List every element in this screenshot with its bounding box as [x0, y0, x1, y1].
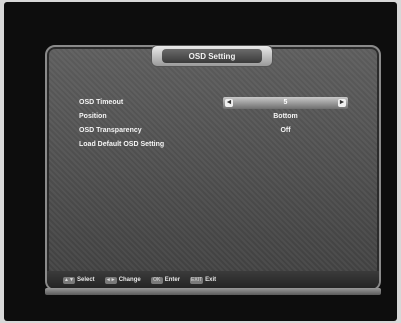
- leftright-key-icon: ◄►: [104, 276, 117, 284]
- hint-select: ▲▼ Select: [63, 276, 95, 284]
- hint-exit: EXIT Exit: [190, 276, 217, 284]
- arrow-right-icon[interactable]: ►: [338, 99, 346, 107]
- tv-screen: OSD Setting OSD Timeout ◄ 5 ► Position B…: [4, 2, 397, 321]
- hint-label: Select: [77, 277, 95, 283]
- osd-setting-dialog: OSD Setting OSD Timeout ◄ 5 ► Position B…: [45, 45, 381, 291]
- menu-item-position[interactable]: Position Bottom: [73, 111, 353, 123]
- osd-timeout-selector[interactable]: ◄ 5 ►: [223, 97, 348, 109]
- title-tab: OSD Setting: [151, 45, 273, 67]
- menu-item-label: Position: [79, 113, 107, 120]
- menu-item-label: OSD Timeout: [79, 99, 124, 106]
- menu-item-label: Load Default OSD Setting: [79, 141, 165, 148]
- hint-change: ◄► Change: [104, 276, 141, 284]
- hint-enter: OK Enter: [150, 276, 181, 284]
- osd-timeout-value: 5: [283, 99, 288, 106]
- settings-menu: OSD Timeout ◄ 5 ► Position Bottom OSD Tr…: [73, 97, 353, 153]
- arrow-left-icon[interactable]: ◄: [225, 99, 233, 107]
- dialog-title: OSD Setting: [162, 49, 262, 63]
- bottom-bezel-strip: [45, 288, 381, 295]
- hint-label: Enter: [164, 277, 181, 283]
- menu-item-osd-timeout[interactable]: OSD Timeout ◄ 5 ►: [73, 97, 353, 109]
- updown-key-icon: ▲▼: [63, 276, 75, 284]
- ok-key-icon: OK: [150, 276, 163, 284]
- exit-key-icon: EXIT: [190, 276, 204, 284]
- menu-item-load-default-osd-setting[interactable]: Load Default OSD Setting: [73, 139, 353, 151]
- key-hint-bar: ▲▼ Select ◄► Change OK Enter EXIT Exit: [47, 271, 379, 289]
- hint-label: Change: [118, 277, 141, 283]
- hint-label: Exit: [205, 277, 217, 283]
- position-value: Bottom: [273, 113, 298, 120]
- menu-item-label: OSD Transparency: [79, 127, 142, 134]
- menu-item-osd-transparency[interactable]: OSD Transparency Off: [73, 125, 353, 137]
- osd-transparency-value: Off: [280, 127, 291, 134]
